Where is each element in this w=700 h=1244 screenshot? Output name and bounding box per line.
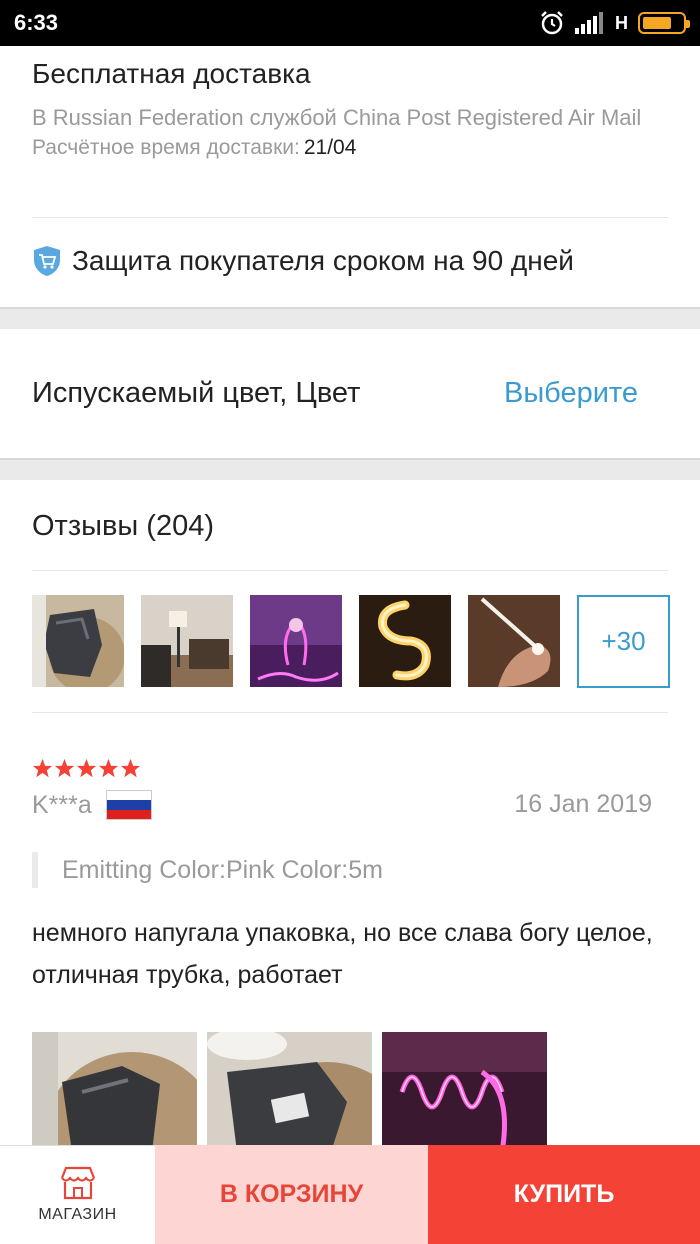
store-label: МАГАЗИН	[38, 1206, 117, 1223]
review-photo-thumb[interactable]	[250, 595, 342, 687]
review-photo[interactable]	[32, 1032, 197, 1152]
status-time: 6:33	[14, 10, 59, 35]
russia-flag-icon	[105, 790, 152, 820]
review-text: немного напугала упаковка, но все слава …	[32, 919, 653, 989]
review-photo-thumb[interactable]	[468, 595, 560, 687]
reviews-heading[interactable]: Отзывы (204)	[32, 510, 214, 543]
star-icon	[98, 758, 119, 778]
status-bar: 6:33 H	[0, 0, 700, 46]
eta-label: Расчётное время доставки:	[32, 136, 300, 159]
divider	[32, 712, 668, 713]
eta-date: 21/04	[303, 136, 357, 159]
signal-icon	[575, 12, 603, 34]
shield-cart-icon	[34, 246, 60, 276]
review-photos	[32, 1032, 547, 1152]
status-icons: H	[539, 10, 690, 36]
add-to-cart-button[interactable]: В КОРЗИНУ	[155, 1145, 428, 1244]
store-icon	[60, 1166, 95, 1200]
reviewer-name: K***a	[32, 790, 92, 819]
divider	[32, 570, 668, 571]
star-icon	[32, 758, 53, 778]
protection-text: Защита покупателя сроком на 90 дней	[72, 245, 574, 276]
buyer-protection[interactable]: Защита покупателя сроком на 90 дней	[32, 245, 574, 277]
divider	[32, 217, 668, 218]
battery-icon	[638, 12, 690, 34]
color-selector-row[interactable]: Испускаемый цвет, Цвет Выберите	[0, 330, 700, 458]
review-photo-strip: +30	[32, 595, 670, 688]
shipping-method: В Russian Federation службой China Post …	[32, 105, 642, 130]
color-option-label: Испускаемый цвет, Цвет	[32, 377, 361, 409]
review-photo[interactable]	[207, 1032, 372, 1152]
star-icon	[120, 758, 141, 778]
reviewer-info: K***a	[32, 790, 152, 820]
section-separator	[0, 307, 700, 329]
bottom-action-bar: МАГАЗИН В КОРЗИНУ КУПИТЬ	[0, 1145, 700, 1244]
choose-color-button[interactable]: Выберите	[504, 377, 638, 410]
review-date: 16 Jan 2019	[514, 790, 652, 818]
review-photo-thumb[interactable]	[32, 595, 124, 687]
review-photo-thumb[interactable]	[141, 595, 233, 687]
more-photos-button[interactable]: +30	[577, 595, 670, 688]
alarm-icon	[541, 11, 563, 35]
network-type: H	[615, 12, 628, 33]
store-button[interactable]: МАГАЗИН	[0, 1145, 155, 1244]
delivery-eta: Расчётное время доставки: 21/04	[32, 136, 668, 160]
section-separator	[0, 458, 700, 480]
review-variant: Emitting Color:Pink Color:5m	[32, 852, 383, 888]
star-icon	[54, 758, 75, 778]
rating-stars	[32, 758, 141, 779]
review-photo[interactable]	[382, 1032, 547, 1152]
shipping-title: Бесплатная доставка	[32, 58, 311, 89]
star-icon	[76, 758, 97, 778]
review-photo-thumb[interactable]	[359, 595, 451, 687]
buy-now-button[interactable]: КУПИТЬ	[428, 1145, 700, 1244]
shipping-section[interactable]: Бесплатная доставка В Russian Federation…	[32, 58, 668, 160]
